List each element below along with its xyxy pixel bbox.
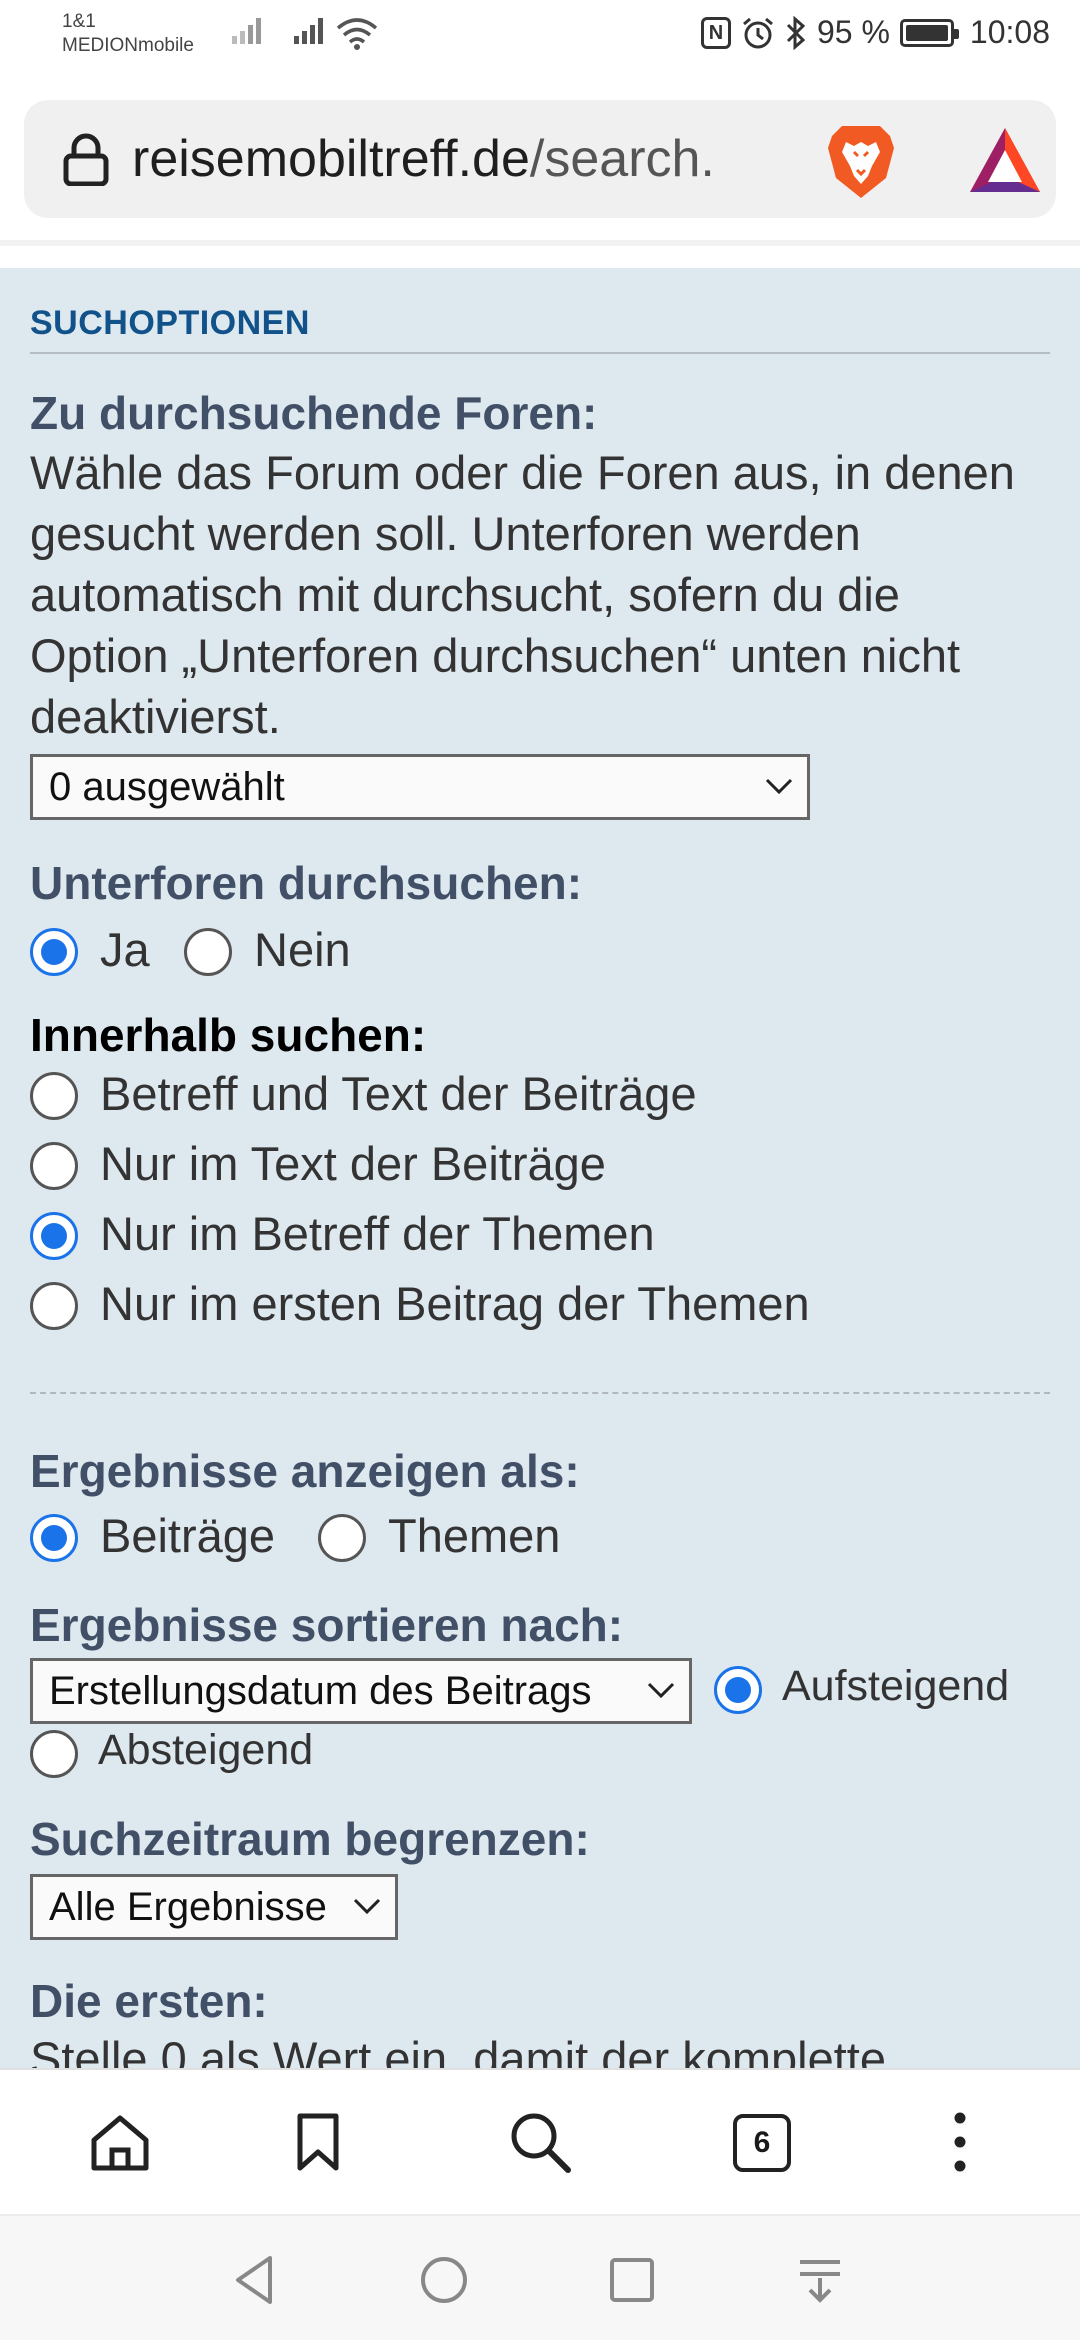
display-posts-label[interactable]: Beiträge	[100, 1508, 275, 1564]
within-option-radio[interactable]	[30, 1212, 78, 1260]
chevron-down-icon	[765, 778, 793, 795]
sort-descending-radio[interactable]	[30, 1730, 78, 1778]
browser-toolbar: 6	[0, 2068, 1080, 2214]
system-navigation-bar	[0, 2214, 1080, 2340]
lock-icon	[63, 133, 109, 186]
alarm-icon	[743, 17, 773, 48]
display-label: Ergebnisse anzeigen als:	[30, 1445, 580, 1497]
timeframe-select[interactable]: Alle Ergebnisse	[30, 1874, 398, 1940]
within-label: Innerhalb suchen:	[30, 1009, 427, 1061]
forums-select[interactable]: 0 ausgewählt	[30, 754, 810, 820]
sort-descending-label[interactable]: Absteigend	[98, 1722, 313, 1778]
chevron-down-icon	[353, 1898, 381, 1915]
signal-icon	[294, 18, 326, 44]
within-option-label[interactable]: Nur im ersten Beitrag der Themen	[100, 1276, 810, 1332]
divider	[30, 352, 1050, 354]
bluetooth-icon	[786, 15, 806, 50]
forums-label: Zu durchsuchende Foren:	[30, 387, 598, 439]
carrier-name: 1&1 MEDIONmobile	[62, 11, 194, 56]
home-icon[interactable]	[88, 2110, 152, 2174]
subforums-label: Unterforen durchsuchen:	[30, 857, 583, 909]
status-bar: 1&1 MEDIONmobile N 95 % 10:08	[0, 0, 1080, 72]
bookmark-icon[interactable]	[286, 2110, 350, 2174]
url-text[interactable]: reisemobiltreff.de/search.	[132, 128, 715, 190]
subforums-yes-radio[interactable]	[30, 928, 78, 976]
sort-ascending-label[interactable]: Aufsteigend	[782, 1658, 1009, 1714]
sort-label: Ergebnisse sortieren nach:	[30, 1599, 624, 1651]
wifi-icon	[336, 18, 378, 50]
notifications-pulldown-icon[interactable]	[794, 2254, 846, 2306]
address-bar[interactable]: reisemobiltreff.de/search.	[24, 100, 1056, 218]
section-title: SUCHOPTIONEN	[30, 304, 310, 342]
sort-ascending-radio[interactable]	[714, 1666, 762, 1714]
brave-rewards-icon[interactable]	[968, 126, 1042, 194]
first-results-label: Die ersten:	[30, 1975, 268, 2027]
tabs-button[interactable]: 6	[733, 2114, 791, 2172]
display-topics-label[interactable]: Themen	[388, 1508, 560, 1564]
sort-select[interactable]: Erstellungsdatum des Beitrags	[30, 1658, 692, 1724]
search-options-panel: SUCHOPTIONEN Zu durchsuchende Foren: Wäh…	[0, 268, 1080, 2068]
signal-icon	[232, 18, 264, 44]
more-options-icon[interactable]	[928, 2110, 992, 2174]
within-option-radio[interactable]	[30, 1282, 78, 1330]
chevron-down-icon	[647, 1682, 675, 1699]
back-icon[interactable]	[230, 2254, 282, 2306]
display-posts-radio[interactable]	[30, 1514, 78, 1562]
clock: 10:08	[969, 14, 1050, 50]
within-option-radio[interactable]	[30, 1142, 78, 1190]
within-option-label[interactable]: Betreff und Text der Beiträge	[100, 1066, 697, 1122]
display-topics-radio[interactable]	[318, 1514, 366, 1562]
divider	[0, 240, 1080, 246]
home-nav-icon[interactable]	[418, 2254, 470, 2306]
forums-description: Wähle das Forum oder die Foren aus, in d…	[30, 446, 1015, 743]
battery-percent: 95 %	[816, 14, 890, 50]
subforums-no-label[interactable]: Nein	[254, 922, 351, 978]
subforums-no-radio[interactable]	[184, 928, 232, 976]
nfc-icon: N	[700, 16, 731, 49]
recents-icon[interactable]	[606, 2254, 658, 2306]
timeframe-label: Suchzeitraum begrenzen:	[30, 1813, 590, 1865]
divider	[30, 1392, 1050, 1394]
within-option-label[interactable]: Nur im Betreff der Themen	[100, 1206, 655, 1262]
battery-icon	[899, 18, 959, 47]
subforums-yes-label[interactable]: Ja	[100, 922, 150, 978]
first-results-description: Stelle 0 als Wert ein, damit der komplet…	[30, 2032, 886, 2068]
search-icon[interactable]	[508, 2110, 572, 2174]
within-option-label[interactable]: Nur im Text der Beiträge	[100, 1136, 606, 1192]
brave-shields-icon[interactable]	[824, 122, 898, 200]
within-option-radio[interactable]	[30, 1072, 78, 1120]
